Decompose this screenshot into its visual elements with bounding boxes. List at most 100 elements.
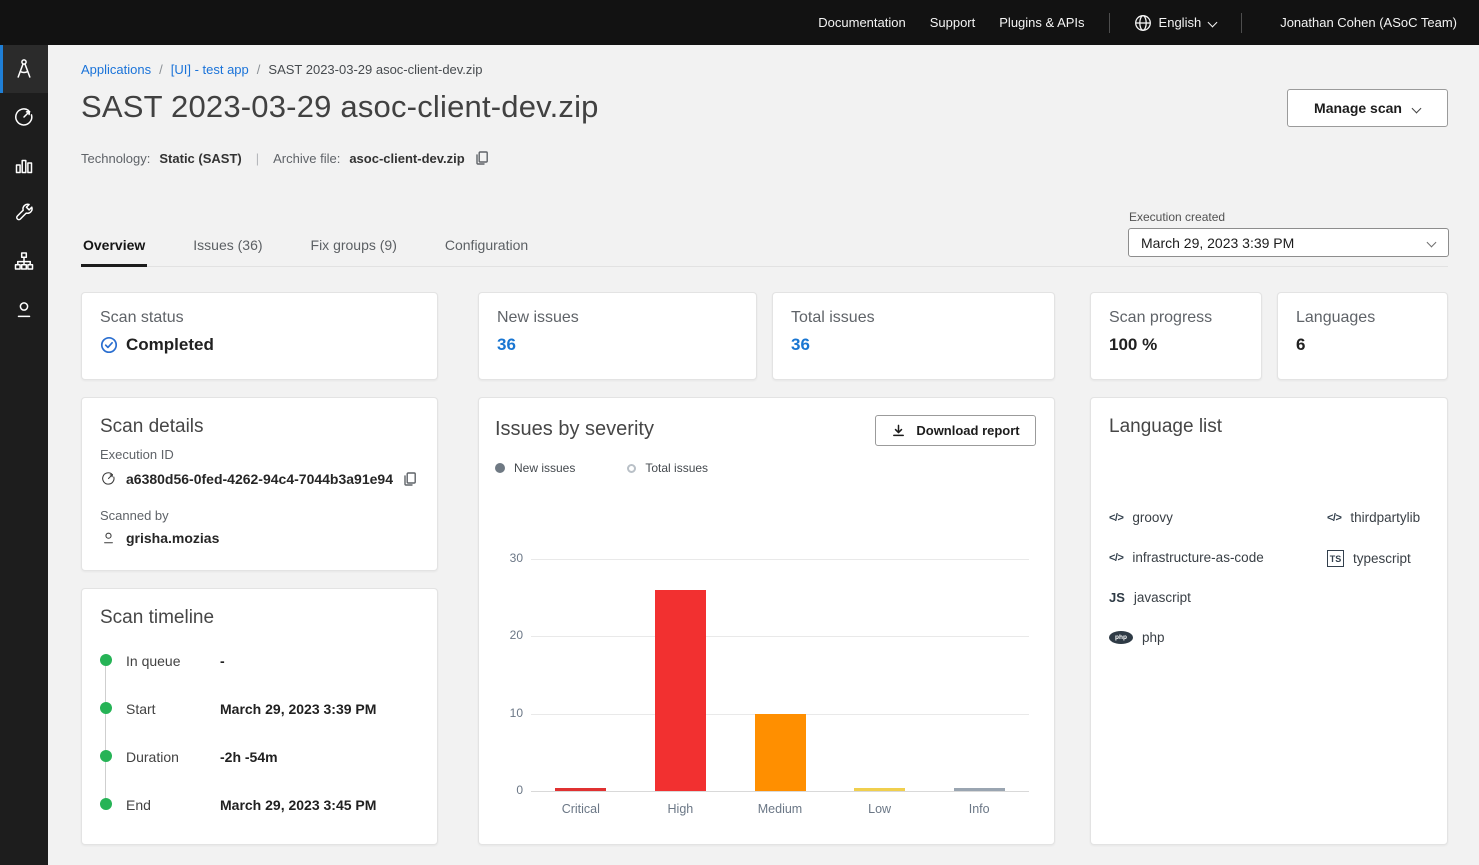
code-icon: </> xyxy=(1327,512,1341,524)
total-issues-value: 36 xyxy=(791,335,810,355)
bar-chart-icon xyxy=(12,153,36,177)
new-issues-card: New issues 36 xyxy=(478,292,757,380)
tab-configuration[interactable]: Configuration xyxy=(443,229,530,266)
execution-id-label: Execution ID xyxy=(100,447,174,462)
tab-fix-groups[interactable]: Fix groups (9) xyxy=(309,229,399,266)
tab-overview[interactable]: Overview xyxy=(81,229,147,266)
person-icon xyxy=(100,529,117,546)
chart-xtick-label: Info xyxy=(929,802,1029,816)
timeline-dot xyxy=(100,750,112,762)
topbar-link-documentation[interactable]: Documentation xyxy=(818,15,905,30)
issues-by-severity-card: Issues by severity Download report New i… xyxy=(478,397,1055,845)
chart-xtick-label: Low xyxy=(830,802,930,816)
chart-gridline xyxy=(531,559,1029,560)
breadcrumb-current: SAST 2023-03-29 asoc-client-dev.zip xyxy=(268,62,482,77)
scan-progress-label: Scan progress xyxy=(1109,309,1212,327)
scan-progress-card: Scan progress 100 % xyxy=(1090,292,1262,380)
breadcrumb: Applications / [UI] - test app / SAST 20… xyxy=(81,62,483,77)
php-icon: php xyxy=(1109,631,1133,644)
topbar-divider xyxy=(1109,13,1110,33)
left-sidebar xyxy=(0,45,48,865)
language-item-infrastructure-as-code: </> infrastructure-as-code xyxy=(1109,550,1264,565)
scan-status-text: Completed xyxy=(126,335,214,355)
chart-ytick-label: 10 xyxy=(483,706,523,720)
topbar-link-plugins-apis[interactable]: Plugins & APIs xyxy=(999,15,1084,30)
topbar-link-support[interactable]: Support xyxy=(930,15,976,30)
timeline-start-label: Start xyxy=(126,701,156,717)
typescript-icon: TS xyxy=(1327,550,1344,567)
language-selector[interactable]: English xyxy=(1134,14,1218,32)
sidebar-item-tools[interactable] xyxy=(0,189,48,237)
main-content: Applications / [UI] - test app / SAST 20… xyxy=(48,45,1479,865)
sidebar-item-applications[interactable] xyxy=(0,45,48,93)
language-label: javascript xyxy=(1134,590,1191,605)
top-bar: Documentation Support Plugins & APIs Eng… xyxy=(0,0,1479,45)
chart-xtick-label: High xyxy=(631,802,731,816)
new-issues-label: New issues xyxy=(497,309,579,327)
globe-icon xyxy=(1134,14,1152,32)
language-item-thirdpartylib: </> thirdpartylib xyxy=(1327,510,1420,525)
sidebar-item-profile[interactable] xyxy=(0,285,48,333)
chart-bar-info xyxy=(954,788,1005,791)
page-title: SAST 2023-03-29 asoc-client-dev.zip xyxy=(81,89,599,125)
timeline-dot xyxy=(100,798,112,810)
total-issues-label: Total issues xyxy=(791,309,875,327)
sidebar-item-scans[interactable] xyxy=(0,93,48,141)
scan-status-value: Completed xyxy=(100,335,214,355)
breadcrumb-test-app[interactable]: [UI] - test app xyxy=(171,62,249,77)
timeline-end-value: March 29, 2023 3:45 PM xyxy=(220,797,376,813)
language-label: typescript xyxy=(1353,551,1411,566)
person-icon xyxy=(12,297,36,321)
execution-created-label: Execution created xyxy=(1129,210,1225,224)
wrench-icon xyxy=(12,201,36,225)
technology-label: Technology: xyxy=(81,151,150,166)
timeline-end-label: End xyxy=(126,797,151,813)
code-icon: </> xyxy=(1109,552,1123,564)
languages-value: 6 xyxy=(1296,335,1305,355)
compass-icon xyxy=(12,57,36,81)
language-item-javascript: JS javascript xyxy=(1109,590,1191,605)
manage-scan-button[interactable]: Manage scan xyxy=(1287,89,1448,127)
sidebar-item-organization[interactable] xyxy=(0,237,48,285)
languages-card: Languages 6 xyxy=(1277,292,1448,380)
code-icon: </> xyxy=(1109,512,1123,524)
user-menu[interactable]: Jonathan Cohen (ASoC Team) xyxy=(1280,15,1457,30)
language-label: infrastructure-as-code xyxy=(1132,550,1263,565)
sidebar-item-reports[interactable] xyxy=(0,141,48,189)
language-label: php xyxy=(1142,630,1165,645)
scan-timeline-title: Scan timeline xyxy=(100,607,214,629)
scanned-by-row: grisha.mozias xyxy=(100,529,219,546)
copy-icon[interactable] xyxy=(402,471,418,487)
chart-ytick-label: 20 xyxy=(483,628,523,642)
timeline-dot xyxy=(100,702,112,714)
timeline-start-value: March 29, 2023 3:39 PM xyxy=(220,701,376,717)
timeline-duration-label: Duration xyxy=(126,749,179,765)
chart-xtick-label: Medium xyxy=(730,802,830,816)
language-label: groovy xyxy=(1132,510,1173,525)
execution-created-select[interactable]: March 29, 2023 3:39 PM xyxy=(1128,228,1449,257)
technology-value: Static (SAST) xyxy=(159,151,241,166)
scan-status-label: Scan status xyxy=(100,309,184,327)
language-item-groovy: </> groovy xyxy=(1109,510,1173,525)
chart-xtick-label: Critical xyxy=(531,802,631,816)
breadcrumb-separator: / xyxy=(257,62,261,77)
timeline-duration-value: -2h -54m xyxy=(220,749,278,765)
chart-bar-medium xyxy=(755,714,806,791)
execution-id-row: a6380d56-0fed-4262-94c4-7044b3a91e94 xyxy=(100,470,418,487)
org-chart-icon xyxy=(12,249,36,273)
total-issues-card: Total issues 36 xyxy=(772,292,1055,380)
chart-bar-critical xyxy=(555,788,606,791)
breadcrumb-applications[interactable]: Applications xyxy=(81,62,151,77)
chart-ytick-label: 30 xyxy=(483,551,523,565)
chart-bar-high xyxy=(655,590,706,791)
timeline-connector xyxy=(105,666,106,804)
archive-file-label: Archive file: xyxy=(273,151,340,166)
divider: | xyxy=(251,151,264,166)
language-label: English xyxy=(1159,15,1202,30)
scan-status-card: Scan status Completed xyxy=(81,292,438,380)
javascript-icon: JS xyxy=(1109,590,1125,605)
copy-icon[interactable] xyxy=(474,150,490,166)
gauge-icon xyxy=(12,105,36,129)
tab-issues[interactable]: Issues (36) xyxy=(191,229,264,266)
scanned-by-label: Scanned by xyxy=(100,508,169,523)
